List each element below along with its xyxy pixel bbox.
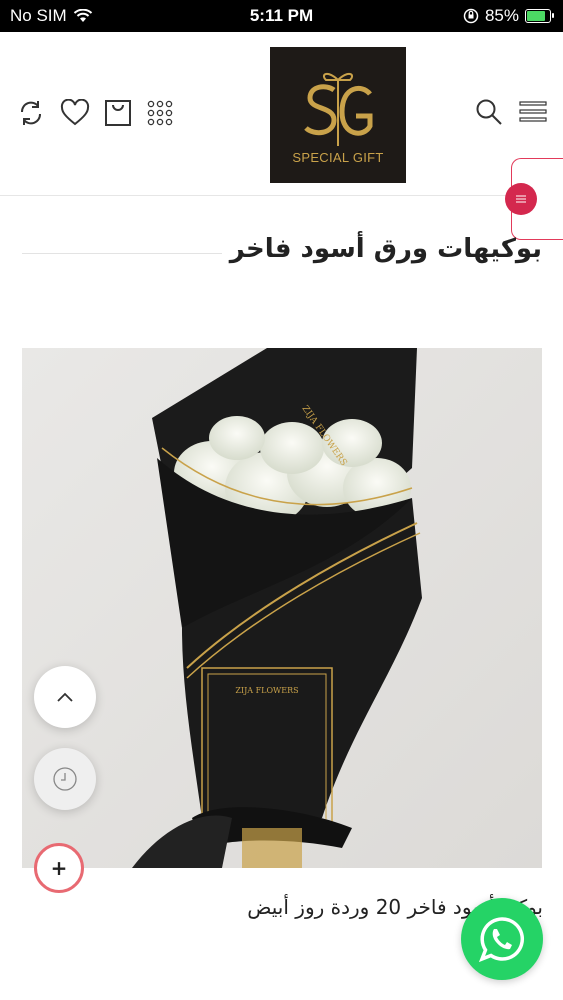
brand-logo[interactable]: SPECIAL GIFT [270,47,406,183]
heart-icon[interactable] [60,99,90,127]
wrap-brand-label: ZIJA FLOWERS [235,686,298,695]
section-header: بوكيهات ورق أسود فاخر [22,232,542,276]
orientation-lock-icon [463,8,479,24]
bouquet-illustration: ZIJA FLOWERS ZIJA FLOWERS [132,348,422,868]
battery-percent: 85% [484,6,519,25]
status-right: 85% [463,6,554,26]
header-nav [475,98,547,126]
logo-monogram [304,72,373,146]
refresh-icon[interactable] [16,98,46,128]
recently-viewed-button[interactable] [34,748,96,810]
menu-icon[interactable] [519,101,547,123]
whatsapp-button[interactable] [461,898,543,980]
logo-text: SPECIAL GIFT [292,149,384,165]
product-image[interactable]: ZIJA FLOWERS ZIJA FLOWERS [22,348,542,868]
chevron-up-icon [56,691,74,703]
status-bar: No SIM 5:11 PM 85% [0,0,563,32]
grid-icon[interactable] [146,99,174,127]
section-divider [22,253,222,254]
drawer-toggle-icon[interactable] [505,183,537,215]
section-title: بوكيهات ورق أسود فاخر [229,234,542,264]
search-icon[interactable] [475,98,503,126]
battery-icon [525,9,554,23]
bag-icon[interactable] [104,99,132,127]
scroll-top-button[interactable] [34,666,96,728]
header-actions [16,98,174,128]
site-header: SPECIAL GIFT [0,32,563,196]
whatsapp-icon [477,914,527,964]
add-button[interactable]: + [34,843,84,893]
battery-fill [527,11,545,21]
clock-icon [52,766,78,792]
